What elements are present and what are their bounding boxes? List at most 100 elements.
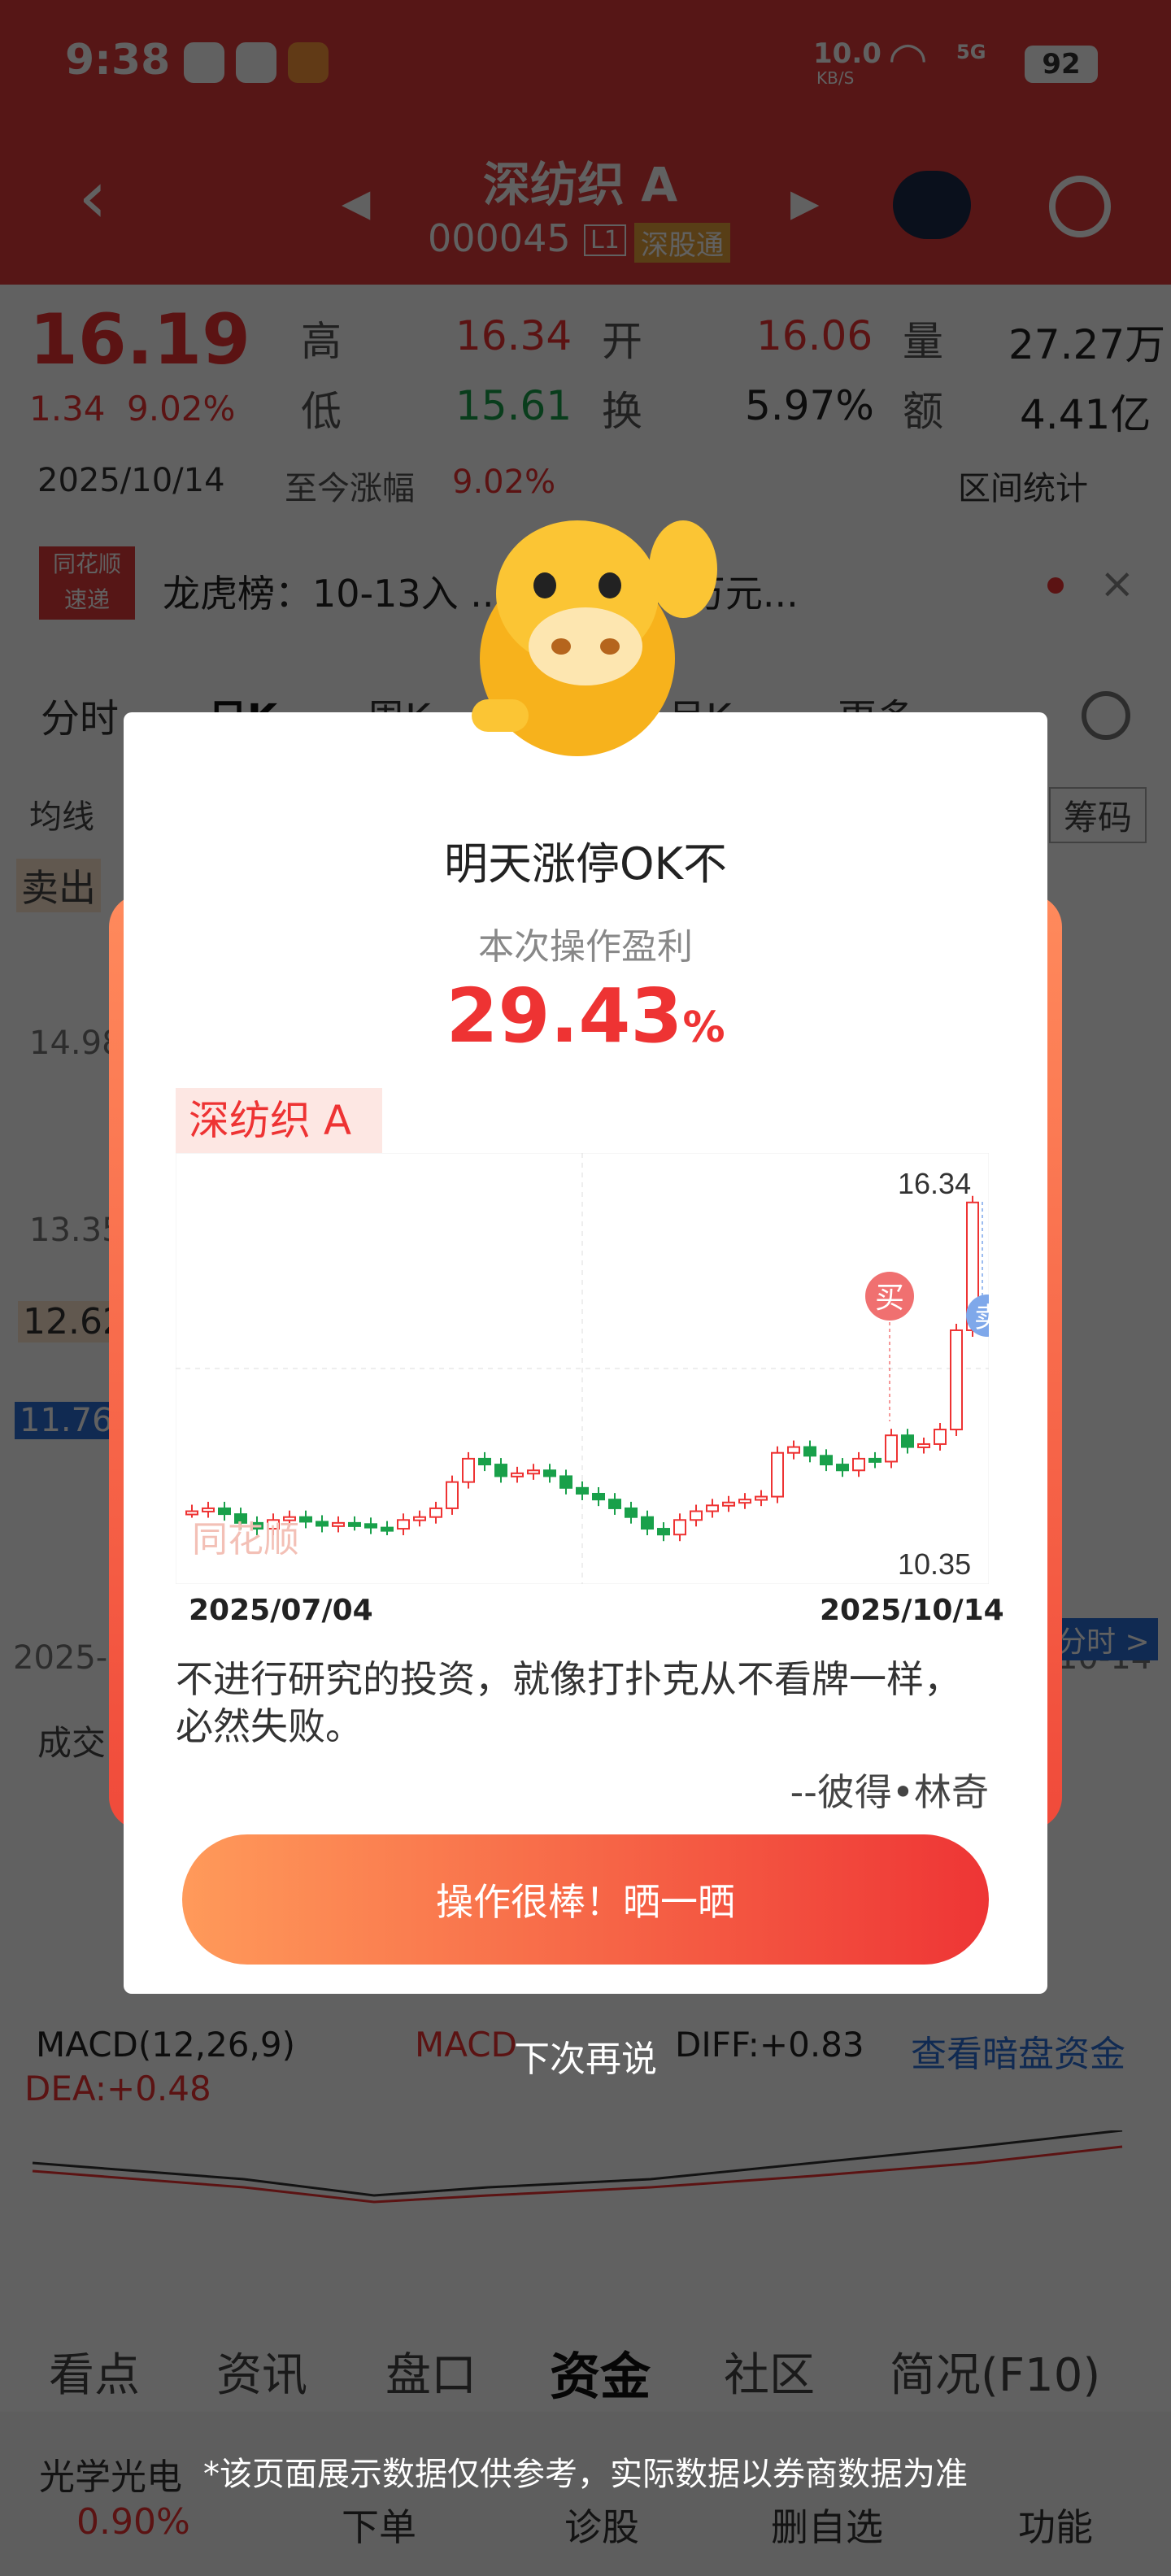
news-unread-dot [1047,577,1064,594]
open-label: 开 [602,318,642,365]
modal-title: 明天涨停OK不 [444,838,727,890]
modal-subtitle: 本次操作盈利 [478,926,693,968]
chart-settings-icon[interactable] [1082,691,1130,740]
chips-button[interactable]: 筹码 [1049,787,1147,843]
candle-body [494,1464,507,1477]
candle-body [836,1464,849,1472]
status-time: 9:38 [65,36,171,85]
tick-11-76: 11.76 [15,1402,118,1439]
wifi-icon: ◠ [888,33,928,85]
candle-body [673,1519,686,1536]
prev-stock-icon[interactable]: ◀ [342,181,370,224]
quote-author: --彼得•林奇 [790,1770,989,1814]
quote-date: 2025/10/14 [37,462,225,499]
status-bar: 9:38 10.0 KB/S ◠ 5G 92 [0,0,1171,138]
net-speed: 10.0 [813,37,882,70]
stock-header: ‹ ◀ 深纺织 A 000045 L1 深股通 ▶ [0,138,1171,285]
chart-watermark: 同花顺 [192,1520,299,1560]
candle-body [543,1469,556,1477]
since-value: 9.02% [452,463,556,501]
candle-body [299,1516,312,1523]
candle-body [576,1486,589,1495]
range-stats-link[interactable]: 区间统计 [958,462,1088,509]
ma-selector[interactable]: 均线 [29,790,94,838]
volume-value: 27.27万 [1008,321,1166,368]
current-price: 16.19 [29,299,251,381]
candle-body [755,1495,768,1501]
next-stock-icon[interactable]: ▶ [790,181,819,224]
tab-pankou[interactable]: 盘口 [385,2339,477,2404]
candle-body [462,1457,475,1483]
app-notification-icon [184,42,224,83]
news-brand-logo: 同花顺 速递 [39,546,135,620]
volume-label: 量 [903,318,943,365]
date-start: 2025/07/04 [189,1594,373,1627]
tab-kandian[interactable]: 看点 [49,2339,140,2404]
disclaimer-text: *该页面展示数据仅供参考，实际数据以券商数据为准 [203,2456,968,2493]
candle-body [559,1475,572,1489]
dea-value: DEA:+0.48 [24,2069,211,2108]
candle-body [901,1434,914,1448]
stock-tag: 深纺织 A [176,1088,382,1153]
trade-chart: 同花顺 16.34 10.35 买 卖 [176,1153,989,1584]
function-button[interactable]: 功能 [1018,2498,1093,2552]
chart-notification-icon [236,42,276,83]
quote-panel: 16.19 1.34 9.02% 高 16.34 低 15.61 开 16.06… [0,285,1171,529]
candle-body [641,1516,654,1530]
candle-body [381,1526,394,1532]
high-value: 16.34 [455,312,572,359]
low-label: 低 [301,388,342,435]
candle-body [446,1481,459,1509]
profit-modal: 明天涨停OK不 本次操作盈利 29.43% 深纺织 A 同花顺 16.34 10… [124,712,1047,1994]
order-button[interactable]: 下单 [342,2498,416,2552]
low-value: 15.61 [455,382,572,429]
share-button[interactable]: 操作很棒！晒一晒 [182,1834,989,1965]
date-left: 2025- [13,1639,108,1677]
candle-body [722,1501,735,1507]
candle-body [413,1516,426,1521]
tab-community[interactable]: 社区 [724,2339,815,2404]
sell-marker-label: 卖 [974,1302,989,1334]
candle-body [706,1504,719,1512]
price-low-label: 10.35 [898,1547,971,1581]
diagnose-button[interactable]: 诊股 [564,2498,639,2552]
close-news-icon[interactable]: × [1099,559,1135,608]
later-button[interactable]: 下次再说 [455,2030,716,2080]
candle-body [690,1510,703,1521]
network-type: 5G [956,41,986,63]
connect-badge: 深股通 [634,223,730,263]
battery-icon: 92 [1025,46,1098,83]
candle-body [625,1507,638,1518]
tab-fenshi[interactable]: 分时 [41,686,119,743]
high-label: 高 [301,318,342,365]
candle-body [332,1521,345,1527]
candle-body [787,1446,800,1454]
detail-tabs: 看点 资讯 盘口 资金 社区 简况(F10) [0,2306,1171,2420]
tab-news[interactable]: 资讯 [216,2339,307,2404]
candle-body [218,1507,231,1516]
search-icon[interactable] [1049,176,1111,237]
candle-body [950,1329,963,1431]
tab-funds[interactable]: 资金 [550,2335,651,2408]
candle-body [316,1521,329,1527]
candle-body [185,1510,198,1516]
turnover-label: 换 [602,388,642,435]
candle-body [511,1472,524,1477]
sector-pct: 0.90% [76,2501,190,2543]
price-change: 1.34 [29,389,106,429]
dark-pool-link[interactable]: 查看暗盘资金 [911,2025,1125,2077]
back-icon[interactable]: ‹ [78,154,107,240]
candle-body [364,1523,377,1529]
candle-body [478,1457,491,1466]
profit-display: 29.43% [124,973,1047,1060]
fenshi-button[interactable]: 分时 > [1049,1618,1158,1660]
tab-f10[interactable]: 简况(F10) [890,2339,1100,2404]
macd-selector[interactable]: MACD(12,26,9) [36,2025,295,2065]
robot-assistant-icon[interactable] [893,171,971,239]
open-value: 16.06 [756,312,873,359]
remove-watchlist-button[interactable]: 删自选 [771,2498,883,2552]
candle-body [868,1457,882,1463]
date-end: 2025/10/14 [820,1594,1004,1627]
candle-body [592,1492,605,1501]
send-notification-icon [288,42,329,83]
